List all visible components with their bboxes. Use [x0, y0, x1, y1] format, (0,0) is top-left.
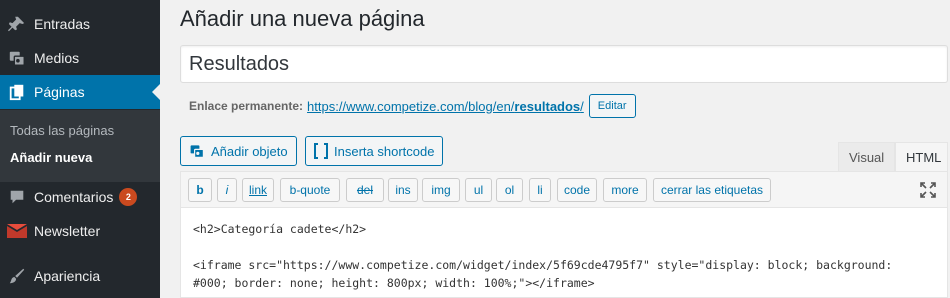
add-media-button[interactable]: Añadir objeto — [180, 136, 297, 166]
qt-li-button[interactable]: li — [529, 178, 551, 202]
menu-apariencia[interactable]: Apariencia — [0, 259, 160, 293]
content-line-2: <iframe src="https://www.competize.com/w… — [193, 258, 893, 272]
menu-paginas[interactable]: Páginas — [0, 75, 160, 109]
brush-icon — [0, 267, 34, 285]
editor-content[interactable]: <h2>Categoría cadete</h2> <iframe src="ht… — [193, 220, 938, 292]
menu-comentarios[interactable]: Comentarios 2 — [0, 180, 160, 214]
permalink-label: Enlace permanente: — [189, 99, 304, 113]
edit-permalink-button[interactable]: Editar — [588, 94, 636, 118]
qt-more-button[interactable]: more — [603, 178, 647, 202]
permalink-row: Enlace permanente: https://www.competize… — [189, 94, 636, 118]
qt-blockquote-button[interactable]: b-quote — [280, 178, 340, 202]
menu-medios[interactable]: Medios — [0, 41, 160, 75]
pages-icon — [0, 83, 34, 101]
admin-sidebar: Entradas Medios Páginas Todas las página… — [0, 0, 160, 298]
tab-visual[interactable]: Visual — [838, 142, 896, 172]
fullscreen-icon[interactable] — [919, 181, 937, 199]
qt-ins-button[interactable]: ins — [388, 178, 418, 202]
media-icon — [189, 143, 205, 159]
qt-img-button[interactable]: img — [422, 178, 460, 202]
permalink-slug: resultados — [514, 98, 581, 114]
tab-html[interactable]: HTML — [895, 142, 948, 172]
qt-bold-button[interactable]: b — [188, 178, 212, 202]
qt-ul-button[interactable]: ul — [465, 178, 492, 202]
qt-del-button[interactable]: del — [346, 178, 384, 202]
html-editor: b i link b-quote del ins img ul ol li co… — [180, 171, 948, 298]
envelope-icon — [0, 224, 34, 238]
submenu-anadir-nueva[interactable]: Añadir nueva — [10, 150, 92, 165]
content-line-1: <h2>Categoría cadete</h2> — [193, 222, 367, 236]
page-title: Añadir una nueva página — [180, 6, 425, 31]
quicktags-toolbar: b i link b-quote del ins img ul ol li co… — [181, 172, 947, 208]
pin-icon — [0, 15, 34, 33]
comments-count-badge: 2 — [119, 188, 138, 206]
qt-close-tags-button[interactable]: cerrar las etiquetas — [653, 178, 771, 202]
menu-entradas[interactable]: Entradas — [0, 7, 160, 41]
permalink-link[interactable]: https://www.competize.com/blog/en/result… — [307, 99, 584, 114]
qt-code-button[interactable]: code — [557, 178, 597, 202]
shortcode-icon — [314, 143, 328, 159]
qt-italic-button[interactable]: i — [217, 178, 237, 202]
media-icon — [0, 49, 34, 67]
comments-icon — [0, 188, 34, 206]
post-title-input[interactable] — [180, 45, 948, 83]
menu-newsletter[interactable]: Newsletter — [0, 214, 160, 248]
insert-shortcode-button[interactable]: Inserta shortcode — [305, 136, 444, 166]
qt-link-button[interactable]: link — [242, 178, 274, 202]
content-line-3: #000; border: none; height: 800px; width… — [193, 276, 595, 290]
pages-submenu: Todas las páginas Añadir nueva — [0, 110, 160, 182]
qt-ol-button[interactable]: ol — [496, 178, 523, 202]
submenu-todas-las-paginas[interactable]: Todas las páginas — [10, 123, 114, 138]
